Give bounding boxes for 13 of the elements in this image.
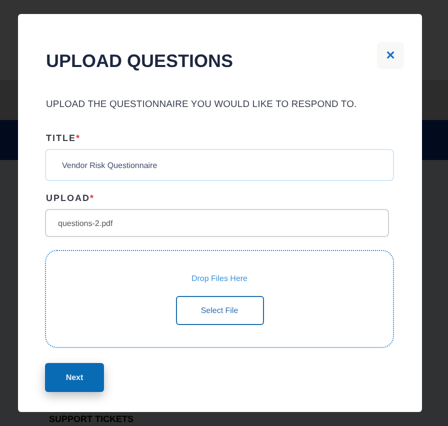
input-field[interactable]: questions-2.pdf [45,209,389,237]
select-file-button[interactable]: Select File [176,296,264,325]
drop-prompt: Drop Files Here [191,274,248,283]
dialog-title: UPLOAD QUESTIONS [46,51,234,72]
required-mark: * [90,193,94,203]
input-field[interactable]: Vendor Risk Questionnaire [45,149,394,181]
instructions: UPLOAD THE QUESTIONNAIRE YOU WOULD LIKE TO RESPOND TO. [46,98,358,109]
close-button[interactable]: × [377,42,404,69]
field-label: UPLOAD [46,193,90,203]
field-label: TITLE [46,133,76,143]
next-button[interactable]: Next [45,363,104,392]
required-mark: * [76,133,80,143]
drop-zone[interactable]: Drop Files Here Select File [45,250,394,348]
